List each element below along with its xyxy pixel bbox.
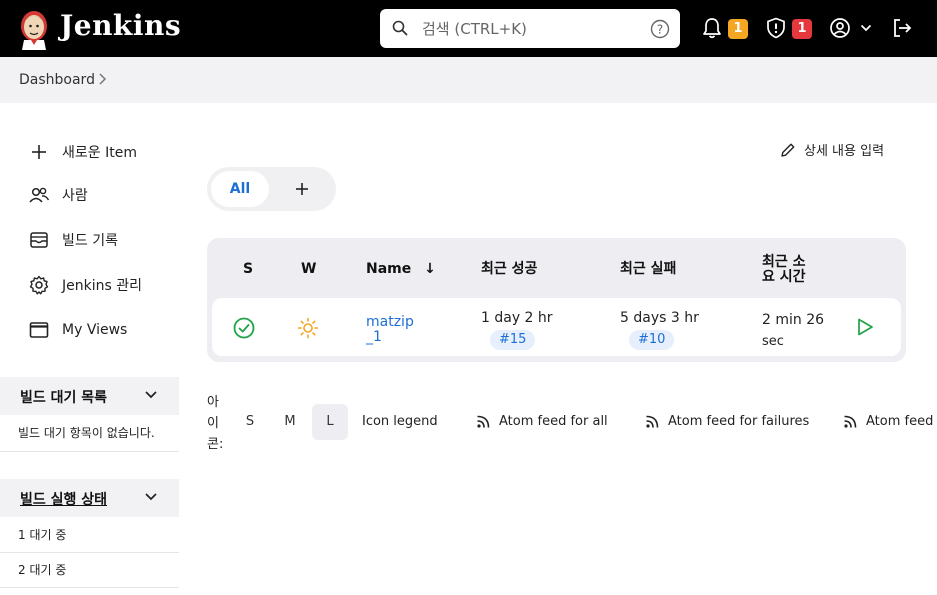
icon-size-label-line2: 이 xyxy=(207,416,219,431)
executors-title[interactable]: 빌드 실행 상태 xyxy=(20,489,107,509)
gear-icon xyxy=(28,274,50,296)
last-failure-build-badge[interactable]: #10 xyxy=(629,330,675,350)
atom-feed-all-link[interactable]: Atom feed for all xyxy=(476,414,608,429)
chevron-right-icon[interactable] xyxy=(97,72,107,86)
sort-arrow-icon: ↓ xyxy=(424,261,436,277)
sidebar-item-manage-jenkins[interactable]: Jenkins 관리 xyxy=(28,273,142,297)
sidebar-item-label: 빌드 기록 xyxy=(62,233,118,249)
play-build-icon[interactable] xyxy=(855,317,875,337)
last-success-time: 1 day 2 hr xyxy=(481,310,553,326)
build-queue-empty: 빌드 대기 항목이 없습니다. xyxy=(0,415,179,452)
top-header: Jenkins ? 1 1 xyxy=(0,0,937,57)
atom-feed-all-label: Atom feed for all xyxy=(499,414,608,429)
sidebar-item-label: Jenkins 관리 xyxy=(62,278,142,294)
job-name-link[interactable]: matzip _1 xyxy=(366,315,414,345)
breadcrumb: Dashboard xyxy=(0,57,937,103)
build-queue-header[interactable]: 빌드 대기 목록 xyxy=(0,377,179,415)
build-queue-title[interactable]: 빌드 대기 목록 xyxy=(20,387,107,407)
sidebar-item-new-item[interactable]: 새로운 Item xyxy=(28,140,137,164)
rss-icon xyxy=(477,415,490,428)
search-box[interactable]: ? xyxy=(380,9,680,48)
chevron-down-icon[interactable] xyxy=(144,491,158,503)
icon-size-label: 아 이 콘: xyxy=(207,392,227,455)
edit-description-label: 상세 내용 입력 xyxy=(804,144,885,159)
column-header-last-success[interactable]: 최근 성공 xyxy=(481,262,537,277)
brand-name[interactable]: Jenkins xyxy=(60,9,181,42)
add-view-icon[interactable] xyxy=(291,178,313,200)
logout-icon[interactable] xyxy=(891,17,913,39)
column-header-status[interactable]: S xyxy=(243,262,253,277)
last-success-build-badge[interactable]: #15 xyxy=(490,330,536,350)
icon-size-l-button[interactable]: L xyxy=(312,404,348,440)
icon-legend-link[interactable]: Icon legend xyxy=(362,414,438,429)
icon-size-s-button[interactable]: S xyxy=(232,404,268,440)
notifications-badge[interactable]: 1 xyxy=(728,19,748,39)
column-header-weather[interactable]: W xyxy=(301,262,316,277)
last-duration-line1: 2 min 26 xyxy=(762,312,825,328)
column-header-last-duration[interactable]: 최근 소 요 시간 xyxy=(762,255,806,285)
column-header-last-duration-line1: 최근 소 xyxy=(762,254,806,270)
table-row: matzip _1 1 day 2 hr #15 5 days 3 hr #10… xyxy=(212,298,901,356)
sidebar-item-my-views[interactable]: My Views xyxy=(28,318,127,342)
last-duration-line2: sec xyxy=(762,334,784,349)
job-name-line2: _1 xyxy=(366,329,382,345)
pencil-icon xyxy=(781,143,795,157)
jenkins-logo-icon[interactable] xyxy=(18,8,50,50)
success-check-icon[interactable] xyxy=(233,317,255,339)
svg-text:?: ? xyxy=(657,23,663,37)
window-icon xyxy=(28,319,50,341)
atom-feed-latest-label: Atom feed xyxy=(866,414,934,429)
bell-icon[interactable] xyxy=(702,17,722,39)
atom-feed-failures-label: Atom feed for failures xyxy=(668,414,810,429)
chevron-down-icon[interactable] xyxy=(860,23,872,33)
sidebar-item-build-history[interactable]: 빌드 기록 xyxy=(28,228,118,252)
sunny-weather-icon[interactable] xyxy=(297,317,319,339)
help-icon[interactable]: ? xyxy=(650,19,670,39)
view-tabs: All xyxy=(207,167,336,211)
sidebar-item-people[interactable]: 사람 xyxy=(28,183,88,207)
build-history-icon xyxy=(28,229,50,251)
atom-feed-latest-link[interactable]: Atom feed xyxy=(843,414,933,429)
breadcrumb-dashboard[interactable]: Dashboard xyxy=(19,72,95,88)
sidebar-item-label: My Views xyxy=(62,322,128,338)
column-header-name-label: Name xyxy=(366,261,412,277)
plus-icon xyxy=(28,141,50,163)
sidebar-item-label: 새로운 Item xyxy=(62,145,137,161)
column-header-name[interactable]: Name ↓ xyxy=(366,262,436,277)
icon-legend-label: Icon legend xyxy=(362,414,438,429)
executor-row: 1 대기 중 xyxy=(0,517,179,553)
search-icon xyxy=(392,20,408,36)
sidebar-item-label: 사람 xyxy=(62,188,88,204)
icon-size-label-line1: 아 xyxy=(207,395,219,410)
atom-feed-failures-link[interactable]: Atom feed for failures xyxy=(645,414,809,429)
icon-size-label-line3: 콘: xyxy=(207,437,224,452)
shield-icon[interactable] xyxy=(765,17,787,39)
security-badge[interactable]: 1 xyxy=(792,19,812,39)
executors-header[interactable]: 빌드 실행 상태 xyxy=(0,479,179,517)
jobs-table: S W Name ↓ 최근 성공 최근 실패 최근 소 요 시간 matzip … xyxy=(207,238,906,362)
rss-icon xyxy=(646,415,659,428)
tab-all[interactable]: All xyxy=(211,171,269,207)
last-failure-time: 5 days 3 hr xyxy=(620,310,699,326)
column-header-last-failure[interactable]: 최근 실패 xyxy=(620,262,676,277)
job-name-line1: matzip xyxy=(366,314,414,330)
icon-size-m-button[interactable]: M xyxy=(272,404,308,440)
column-header-last-duration-line2: 요 시간 xyxy=(762,269,806,285)
executor-row: 2 대기 중 xyxy=(0,553,179,588)
people-icon xyxy=(28,184,50,206)
edit-description-link[interactable]: 상세 내용 입력 xyxy=(780,140,884,159)
last-duration: 2 min 26 sec xyxy=(762,310,824,352)
search-input[interactable] xyxy=(422,17,642,41)
rss-icon xyxy=(844,415,857,428)
user-icon[interactable] xyxy=(829,17,851,39)
chevron-down-icon[interactable] xyxy=(144,389,158,401)
